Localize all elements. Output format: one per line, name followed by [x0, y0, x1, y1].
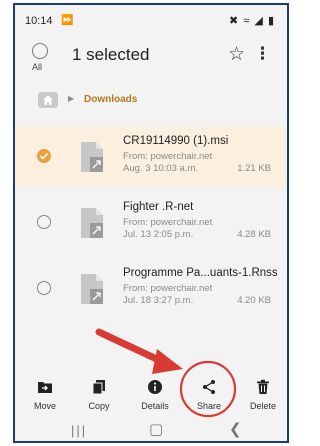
highlight-arrow-head	[152, 349, 183, 374]
copy-label: Copy	[88, 401, 110, 411]
file-name: Fighter .R-net	[123, 201, 194, 213]
file-size: 1.21 KB	[237, 163, 271, 174]
move-button[interactable]: Move	[21, 373, 69, 417]
item-checkbox[interactable]	[37, 215, 51, 229]
delete-icon	[257, 379, 269, 394]
phone-screen: 10:14 ⏩ ✖ ≈ ◢ ▮ All 1 selected ☆ ⋮ ▶ Dow…	[13, 3, 289, 443]
file-icon	[81, 142, 103, 172]
list-item[interactable]: Programme Pa...uants-1.Rnss From: powerc…	[15, 259, 287, 319]
more-vert-icon[interactable]: ⋮	[254, 44, 271, 64]
selection-count-title: 1 selected	[72, 45, 150, 64]
file-date: Aug. 3 10:03 a.m.	[123, 163, 198, 174]
file-icon	[81, 274, 103, 304]
share-label: Share	[196, 401, 222, 411]
breadcrumb-chevron-icon: ▶	[68, 94, 75, 103]
star-icon[interactable]: ☆	[228, 43, 245, 66]
file-size: 4.20 KB	[237, 295, 271, 306]
recents-icon[interactable]: |||	[71, 423, 87, 438]
home-icon[interactable]	[38, 92, 58, 108]
move-label: Move	[33, 401, 56, 411]
breadcrumb-downloads[interactable]: Downloads	[84, 94, 137, 105]
move-icon	[38, 382, 52, 393]
file-source: From: powerchair.net	[123, 217, 213, 228]
file-icon	[81, 208, 103, 238]
file-date: Jul. 18 3:27 p.m.	[123, 295, 194, 306]
delete-button[interactable]: Delete	[239, 373, 287, 417]
file-size: 4.28 KB	[237, 229, 271, 240]
breadcrumb: ▶ Downloads	[15, 87, 287, 115]
bottom-action-bar: Move Copy Details Share Delete	[15, 373, 287, 417]
info-icon	[148, 380, 162, 394]
copy-icon	[92, 380, 105, 395]
battery-icon: ▮	[267, 15, 275, 27]
selection-bar: All 1 selected ☆ ⋮	[15, 39, 287, 81]
share-button[interactable]: Share	[185, 373, 233, 417]
file-name: Programme Pa...uants-1.Rnss	[123, 267, 278, 279]
status-time: 10:14	[25, 15, 53, 27]
back-icon[interactable]: ❮	[229, 420, 242, 438]
file-date: Jul. 13 2:05 p.m.	[123, 229, 194, 240]
delete-label: Delete	[249, 401, 276, 411]
file-source: From: powerchair.net	[123, 283, 213, 294]
file-name: CR19114990 (1).msi	[123, 135, 229, 147]
highlight-arrow-shaft	[95, 328, 167, 366]
details-button[interactable]: Details	[131, 373, 179, 417]
list-item[interactable]: Fighter .R-net From: powerchair.net Jul.…	[15, 193, 287, 253]
mute-icon: ✖	[229, 15, 240, 27]
select-all-checkbox[interactable]	[32, 43, 48, 59]
status-bar: 10:14 ⏩ ✖ ≈ ◢ ▮	[15, 5, 287, 39]
system-nav-bar: ||| ▢ ❮	[15, 417, 287, 441]
file-source: From: powerchair.net	[123, 151, 213, 162]
signal-icon: ◢	[254, 15, 264, 27]
download-notification-icon: ⏩	[61, 15, 74, 26]
details-label: Details	[141, 401, 169, 411]
select-all-label: All	[32, 62, 43, 72]
wifi-icon: ≈	[243, 15, 251, 27]
copy-button[interactable]: Copy	[75, 373, 123, 417]
share-icon	[203, 380, 215, 394]
item-checkbox[interactable]	[37, 149, 51, 163]
list-item[interactable]: CR19114990 (1).msi From: powerchair.net …	[15, 127, 287, 187]
status-icons: ✖ ≈ ◢ ▮	[229, 14, 275, 27]
home-nav-icon[interactable]: ▢	[149, 420, 163, 438]
item-checkbox[interactable]	[37, 281, 51, 295]
